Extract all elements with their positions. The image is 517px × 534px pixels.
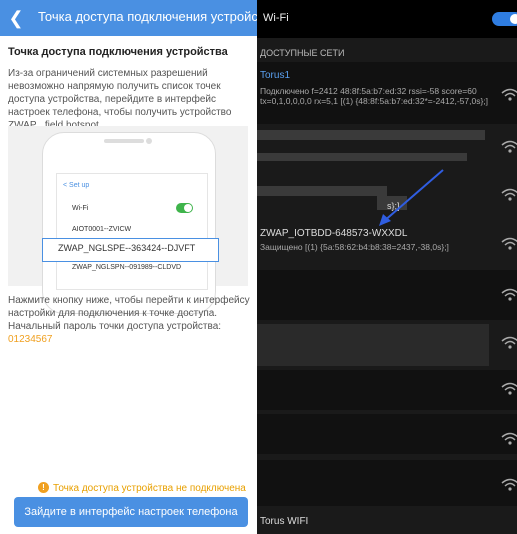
network-row[interactable] [257,370,517,410]
connection-status: Точка доступа устройства не подключена [53,483,246,494]
available-networks-label: ДОСТУПНЫЕ СЕТИ [260,48,345,58]
wifi-header: Wi-Fi [257,0,517,38]
highlighted-ap: ZWAP_NGLSPE--363424--DJVFT [58,243,196,253]
instruction-text: Нажмите кнопку ниже, чтобы перейти к инт… [8,294,253,346]
description-text: Из-за ограничений системных разрешений н… [8,68,232,131]
wifi-signal-icon [501,478,517,491]
network-details: Подключено f=2412 48:8f:5a:b7:ed:32 rssi… [260,86,489,106]
wifi-signal-icon [501,382,517,395]
wifi-signal-icon [501,88,517,101]
password-label: Начальный пароль точки доступа устройств… [8,321,222,332]
open-settings-button[interactable]: Зайдите в интерфейс настроек телефона [14,497,248,527]
arrow-annotation-icon [379,169,444,226]
wifi-settings-screen: Wi-Fi ДОСТУПНЫЕ СЕТИ Torus1 Подключено f… [257,0,517,534]
network-row[interactable] [257,460,517,506]
ap-item: ZWAP_NGLSPN--091989--CLDVD [72,264,182,271]
network-row[interactable] [257,270,517,320]
blurred-network [257,324,489,366]
app-screen: ❮ Точка доступа подключения устройства Т… [0,0,257,534]
instruction: Нажмите кнопку ниже, чтобы перейти к инт… [8,295,250,319]
blurred-network [257,130,485,140]
wifi-signal-icon [501,288,517,301]
wifi-signal-icon [501,237,517,250]
header-title: Точка доступа подключения устройства [38,9,257,24]
wifi-toggle-icon [176,203,193,213]
warning-icon: ! [38,482,49,493]
network-name: ZWAP_IOTBDD-648573-WXXDL [260,228,408,239]
setup-back-label: < Set up [63,182,90,189]
wifi-label: Wi-Fi [72,205,89,212]
back-button[interactable]: ❮ [6,7,26,29]
app-header: ❮ Точка доступа подключения устройства [0,0,257,36]
network-row[interactable] [257,414,517,454]
blurred-network [257,186,387,196]
wifi-title: Wi-Fi [263,12,289,24]
ap-item: AIOT0001--ZVICW [72,226,132,233]
blurred-network [257,153,467,161]
wifi-signal-icon [501,432,517,445]
phone-speaker [104,139,144,143]
password-value: 01234567 [8,334,53,345]
network-name: Torus1 [260,70,291,81]
wifi-signal-icon [501,336,517,349]
wifi-signal-icon [501,140,517,153]
section-title: Точка доступа подключения устройства [8,46,228,58]
wifi-toggle[interactable] [492,12,517,26]
phone-camera [146,138,152,144]
wifi-signal-icon [501,188,517,201]
network-details: Защищено [(1) {5a:58:62:b4:b8:38=2437,-3… [260,242,449,252]
network-name: Torus WIFI [260,516,309,527]
